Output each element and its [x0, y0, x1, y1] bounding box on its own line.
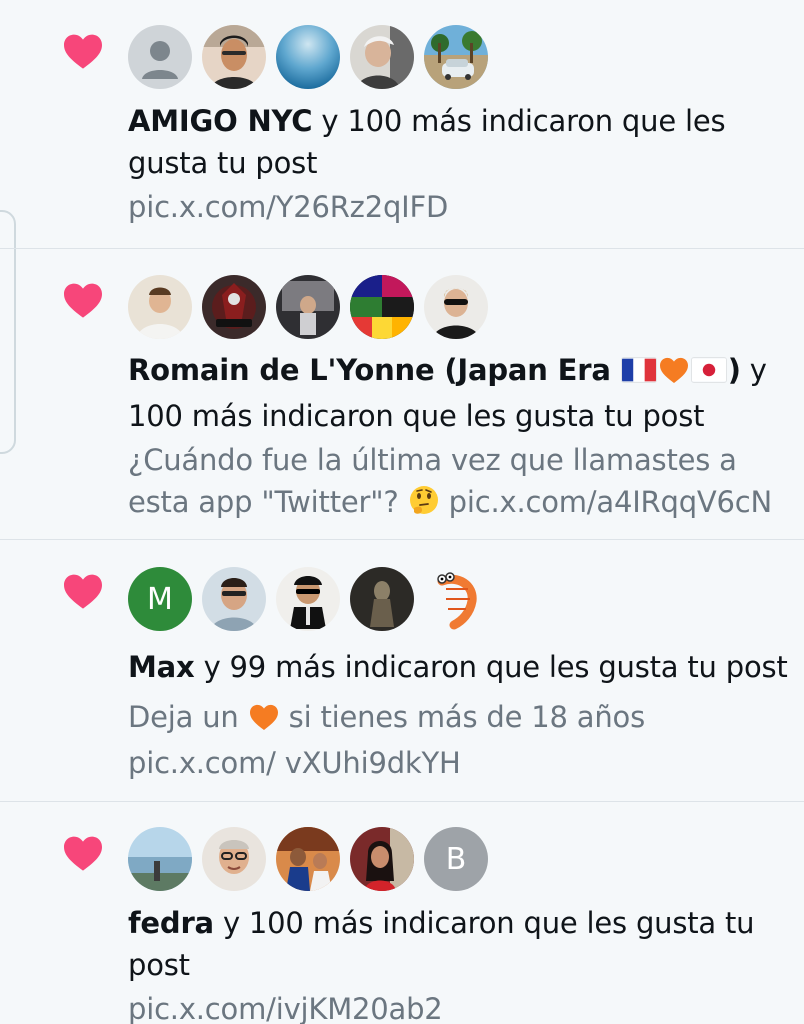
avatar[interactable] — [424, 25, 488, 89]
heart-icon — [62, 834, 104, 872]
avatar[interactable] — [128, 275, 192, 339]
heart-icon — [62, 32, 104, 70]
notification-text: AMIGO NYC y 100 más indicaron que les gu… — [128, 100, 788, 228]
avatar[interactable]: B — [424, 827, 488, 891]
post-preview[interactable]: Deja un si tienes más de 18 años pic.x.c… — [128, 696, 788, 784]
notification-item[interactable]: B fedra y 100 más indicaron que les gust… — [0, 802, 804, 1024]
notification-item[interactable]: M Max y 99 más indicaron que les gusta t… — [0, 540, 804, 800]
avatar[interactable] — [202, 25, 266, 89]
avatar-letter: M — [147, 581, 173, 617]
avatar[interactable] — [350, 25, 414, 89]
avatar[interactable] — [424, 275, 488, 339]
heart-icon — [62, 281, 104, 319]
avatar[interactable]: M — [128, 567, 192, 631]
notification-text: fedra y 100 más indicaron que les gusta … — [128, 902, 788, 1024]
liker-name[interactable]: fedra — [128, 906, 214, 940]
post-preview-text: Deja un — [128, 700, 239, 734]
liker-avatars — [128, 275, 488, 341]
post-preview[interactable]: ¿Cuándo fue la última vez que llamastes … — [128, 439, 788, 527]
notification-text: Romain de L'Yonne (Japan Era ) y 100 más… — [128, 349, 788, 527]
avatar[interactable] — [276, 25, 340, 89]
liker-avatars — [128, 25, 488, 91]
liker-avatars: M — [128, 567, 488, 633]
post-link[interactable]: pic.x.com/a4IRqqV6cN — [449, 485, 773, 519]
japan-flag-icon — [690, 357, 727, 383]
notification-action: y 99 más indicaron que les gusta tu post — [194, 650, 788, 684]
avatar[interactable] — [276, 275, 340, 339]
heart-icon — [62, 572, 104, 610]
avatar-letter: B — [445, 841, 467, 877]
post-link[interactable]: vXUhi9dkYH — [285, 746, 461, 780]
orange-heart-icon — [658, 353, 690, 395]
avatar[interactable] — [128, 25, 192, 89]
notifications-feed: AMIGO NYC y 100 más indicaron que les gu… — [0, 0, 804, 1024]
liker-name[interactable]: AMIGO NYC — [128, 104, 313, 138]
avatar[interactable] — [202, 567, 266, 631]
liker-name[interactable]: Romain de L'Yonne (Japan Era — [128, 353, 611, 387]
avatar[interactable] — [202, 275, 266, 339]
avatar[interactable] — [276, 827, 340, 891]
notification-item[interactable]: AMIGO NYC y 100 más indicaron que les gu… — [0, 0, 804, 248]
liker-avatars: B — [128, 827, 488, 893]
avatar[interactable] — [276, 567, 340, 631]
notification-action: y 100 más indicaron que les gusta tu — [213, 906, 755, 940]
post-preview[interactable]: pic.x.com/ivjKM20ab2 — [128, 988, 788, 1024]
avatar[interactable] — [424, 567, 488, 631]
avatar[interactable] — [128, 827, 192, 891]
notification-text: Max y 99 más indicaron que les gusta tu … — [128, 646, 788, 784]
france-flag-icon — [620, 357, 657, 383]
thinking-face-icon — [408, 484, 440, 527]
notification-item[interactable]: Romain de L'Yonne (Japan Era ) y 100 más… — [0, 249, 804, 539]
notification-action-end: post — [128, 948, 190, 982]
post-preview[interactable]: pic.x.com/Y26Rz2qIFD — [128, 186, 788, 228]
avatar[interactable] — [350, 275, 414, 339]
orange-heart-icon — [248, 700, 280, 742]
avatar[interactable] — [350, 567, 414, 631]
avatar[interactable] — [350, 827, 414, 891]
avatar[interactable] — [202, 827, 266, 891]
liker-name-end[interactable]: ) — [728, 353, 741, 387]
liker-name[interactable]: Max — [128, 650, 195, 684]
